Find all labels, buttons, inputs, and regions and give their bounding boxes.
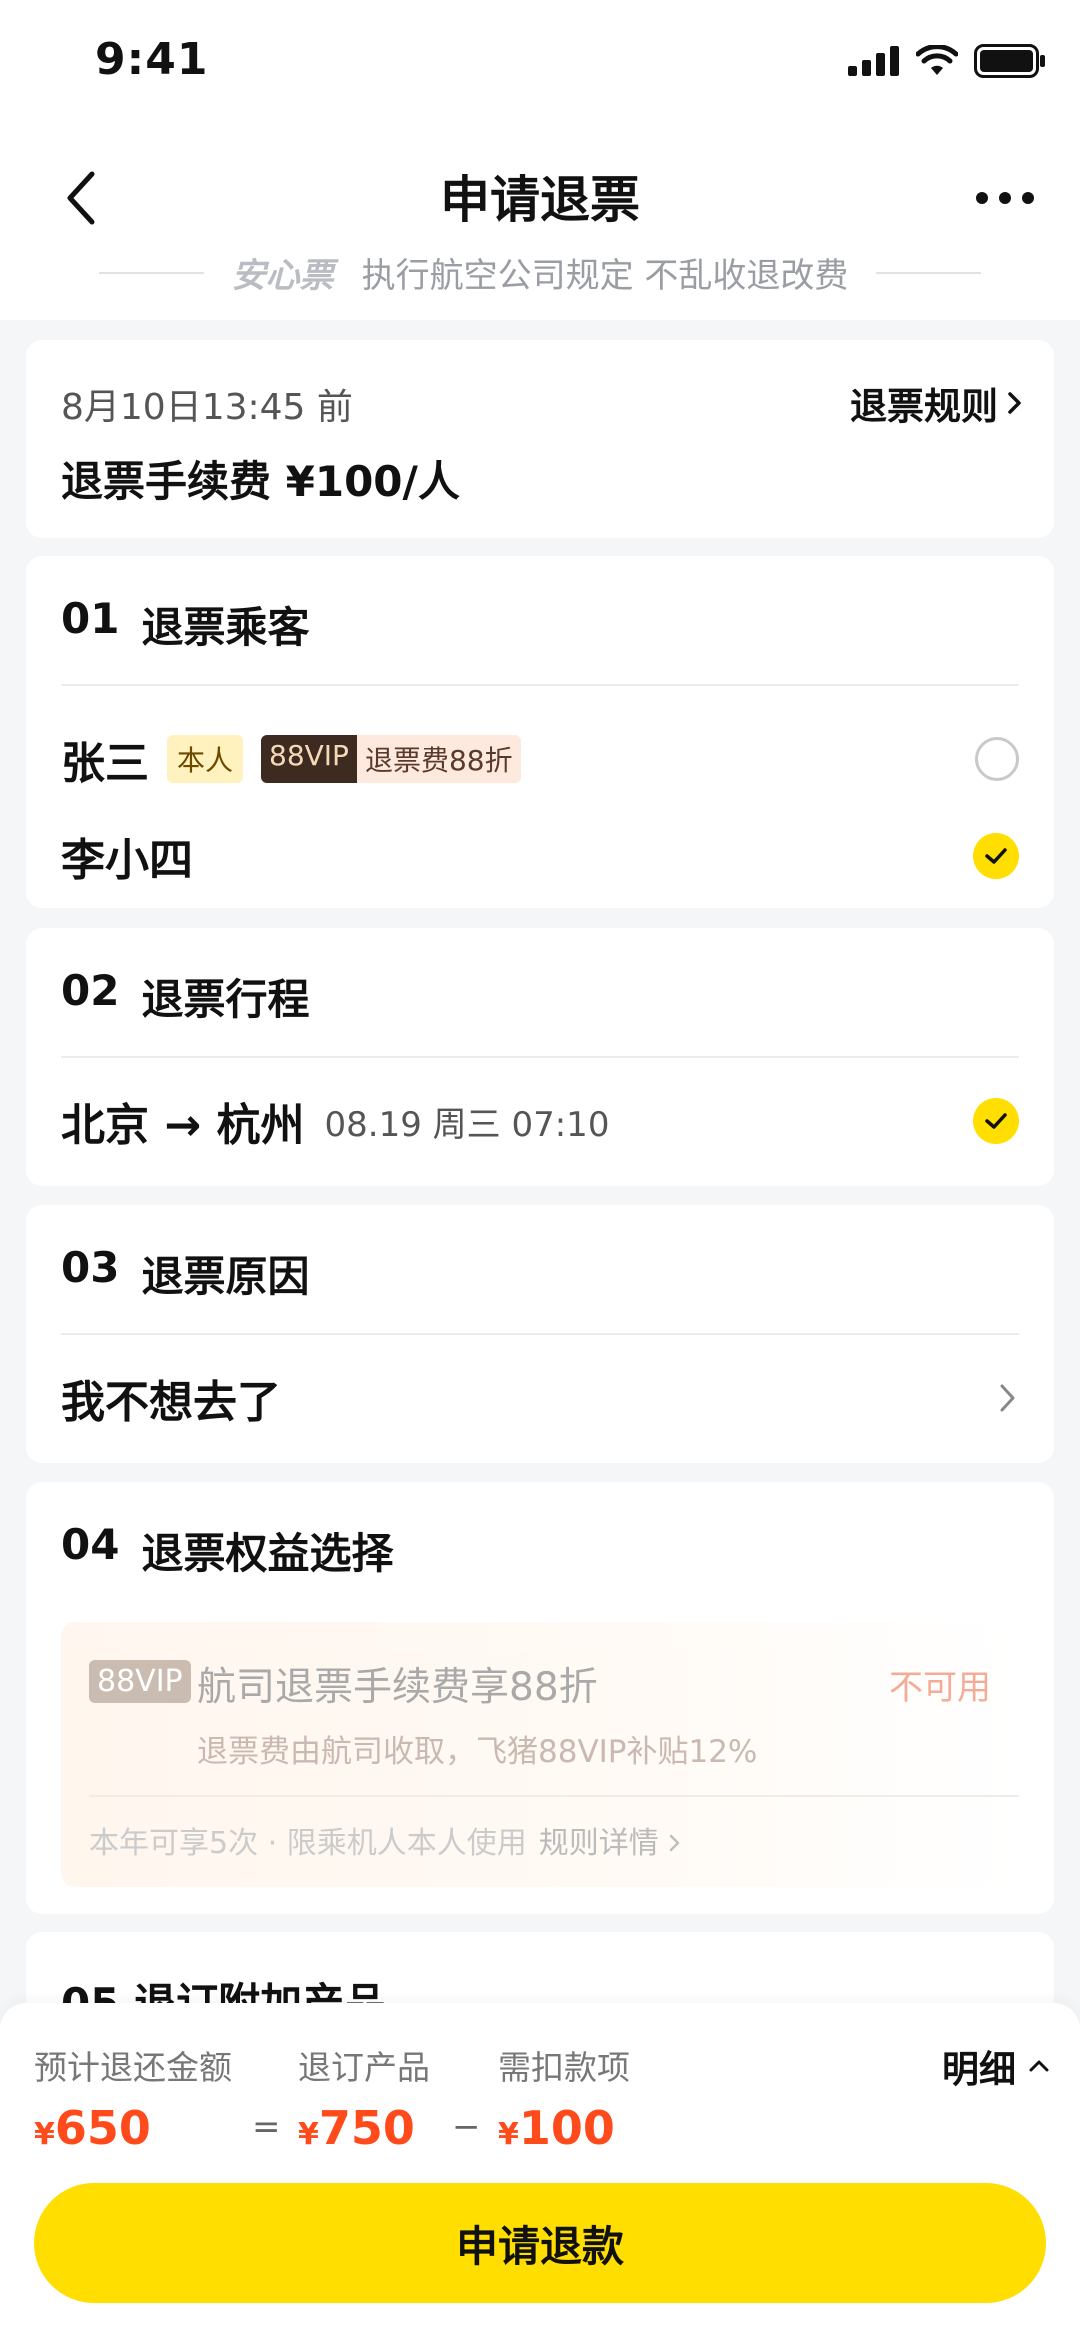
passenger-name: 李小四 [61, 835, 193, 886]
apply-refund-button[interactable]: 申请退款 [34, 2183, 1046, 2303]
product-amount: ¥750 [298, 2101, 415, 2155]
wifi-icon [916, 45, 958, 75]
passenger-radio-unchecked[interactable] [975, 737, 1019, 781]
itinerary-row[interactable]: 北京 → 杭州 08.19 周三 07:10 [61, 1086, 1019, 1156]
refund-rules-label: 退票规则 [850, 385, 998, 428]
section-number: 03 [61, 1243, 120, 1292]
trip-datetime: 08.19 周三 07:10 [324, 1104, 610, 1145]
product-amount-value: 750 [318, 2101, 415, 2155]
section-number: 04 [61, 1520, 120, 1569]
deduction-label: 需扣款项 [498, 2048, 630, 2087]
divider [61, 1056, 1019, 1058]
chevron-right-icon [1000, 1384, 1015, 1412]
product-label: 退订产品 [298, 2048, 430, 2087]
deduction-amount: ¥100 [498, 2101, 615, 2155]
section-label: 退票原因 [141, 1252, 310, 1301]
refund-amount: ¥650 [34, 2101, 151, 2155]
itinerary-checkbox-checked[interactable] [973, 1098, 1019, 1144]
bottom-panel: 预计退还金额 退订产品 需扣款项 ¥650 = ¥750 − ¥100 明细 申… [0, 2003, 1080, 2339]
section-title: 01 退票乘客 [61, 594, 309, 655]
divider [876, 271, 982, 274]
assurance-banner: 安心票 执行航空公司规定 不乱收退改费 [0, 248, 1080, 297]
section-label: 退票行程 [141, 975, 310, 1024]
passenger-name: 张三 [61, 738, 149, 789]
unavailable-status: 不可用 [889, 1668, 991, 1708]
divider [61, 684, 1019, 686]
section-title: 02 退票行程 [61, 966, 309, 1027]
vip-label: 88VIP [89, 1660, 191, 1703]
section-title: 03 退票原因 [61, 1243, 309, 1304]
signal-icon [848, 46, 899, 76]
vip-badge: 88VIP 退票费88折 [261, 735, 521, 783]
refund-rules-link[interactable]: 退票规则 [850, 376, 1024, 430]
reason-value: 我不想去了 [61, 1377, 281, 1428]
check-icon [985, 848, 1007, 864]
status-time: 9:41 [95, 34, 209, 85]
rights-section: 04 退票权益选择 88VIP 航司退票手续费享88折 不可用 退票费由航司收取… [26, 1482, 1054, 1914]
currency-symbol: ¥ [298, 2117, 319, 2152]
status-bar: 9:41 [0, 0, 1080, 130]
battery-icon [974, 44, 1045, 78]
currency-symbol: ¥ [498, 2117, 519, 2152]
assurance-text: 执行航空公司规定 不乱收退改费 [361, 256, 849, 296]
section-title: 04 退票权益选择 [61, 1520, 393, 1581]
chevron-up-icon [1029, 2060, 1049, 2072]
vip-rights-option: 88VIP 航司退票手续费享88折 不可用 退票费由航司收取，飞猪88VIP补贴… [61, 1622, 1019, 1887]
more-button[interactable] [960, 158, 1050, 238]
minus-sign: − [452, 2107, 481, 2147]
reason-section: 03 退票原因 我不想去了 [26, 1205, 1054, 1463]
passenger-section: 01 退票乘客 张三 本人 88VIP 退票费88折 李小四 [26, 556, 1054, 908]
section-label: 退票乘客 [141, 603, 310, 652]
more-icon [976, 192, 1034, 204]
chevron-right-icon [670, 1834, 680, 1852]
refund-page: 9:41 申请退票 安心票 执行航空公司规定 不乱收退改费 8月10日13:45… [0, 0, 1080, 2339]
divider [61, 1333, 1019, 1335]
assurance-brand: 安心票 [231, 256, 334, 296]
section-number: 02 [61, 966, 120, 1015]
refund-amount-label: 预计退还金额 [34, 2048, 232, 2087]
detail-toggle[interactable]: 明细 [942, 2039, 1050, 2093]
itinerary-section: 02 退票行程 北京 → 杭州 08.19 周三 07:10 [26, 928, 1054, 1186]
refund-fee: 退票手续费 ¥100/人 [61, 457, 460, 506]
vip-discount: 退票费88折 [356, 735, 521, 783]
nav-bar: 申请退票 安心票 执行航空公司规定 不乱收退改费 [0, 130, 1080, 320]
refund-amount-value: 650 [54, 2101, 151, 2155]
vip-label: 88VIP [261, 735, 357, 783]
rights-usage-text: 本年可享5次 · 限乘机人本人使用 [89, 1826, 527, 1861]
deduction-amount-value: 100 [518, 2101, 615, 2155]
fee-card: 8月10日13:45 前 退票规则 退票手续费 ¥100/人 [26, 340, 1054, 538]
rights-subtitle: 退票费由航司收取，飞猪88VIP补贴12% [197, 1734, 758, 1770]
rule-details-label: 规则详情 [538, 1826, 659, 1861]
detail-label: 明细 [942, 2048, 1016, 2091]
divider [98, 271, 204, 274]
reason-selector[interactable]: 我不想去了 [61, 1363, 1019, 1433]
deadline-text: 8月10日13:45 前 [61, 387, 353, 428]
passenger-row[interactable]: 张三 本人 88VIP 退票费88折 [61, 724, 1019, 794]
self-tag: 本人 [167, 735, 244, 783]
passenger-row[interactable]: 李小四 [61, 821, 1019, 891]
chevron-right-icon [1008, 392, 1021, 414]
section-number: 01 [61, 594, 120, 643]
page-title: 申请退票 [440, 171, 640, 229]
equals-sign: = [252, 2107, 281, 2147]
rights-footer: 本年可享5次 · 限乘机人本人使用 规则详情 [89, 1818, 682, 1862]
route: 北京 → 杭州 [61, 1100, 305, 1151]
section-label: 退票权益选择 [141, 1529, 394, 1578]
rights-title: 航司退票手续费享88折 [197, 1665, 598, 1710]
check-icon [985, 1113, 1007, 1129]
status-icons [848, 44, 1046, 78]
currency-symbol: ¥ [34, 2117, 55, 2152]
divider [89, 1795, 1019, 1797]
passenger-checkbox-checked[interactable] [973, 833, 1019, 879]
rule-details-link[interactable]: 规则详情 [539, 1818, 683, 1862]
